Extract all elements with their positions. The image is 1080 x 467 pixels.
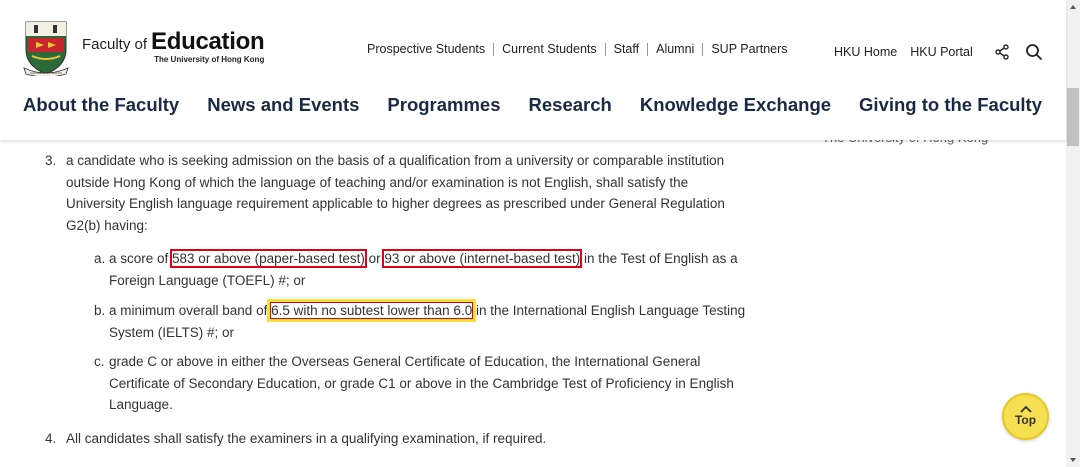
page-scrollbar[interactable] bbox=[1066, 0, 1080, 467]
text-fragment: a score of bbox=[109, 251, 173, 266]
main-nav-research[interactable]: Research bbox=[529, 94, 612, 116]
highlight-ielts-outer: 6.5 with no subtest lower than 6.0 bbox=[267, 299, 477, 322]
nav-link-hku-portal[interactable]: HKU Portal bbox=[910, 45, 973, 59]
highlight-toefl-internet: 93 or above (internet-based test) bbox=[382, 249, 583, 268]
nav-link-sup-partners[interactable]: SUP Partners bbox=[703, 42, 795, 56]
main-nav-knowledge-exchange[interactable]: Knowledge Exchange bbox=[640, 94, 831, 116]
list-number: 4. bbox=[45, 431, 57, 446]
text-fragment: a minimum overall band of bbox=[109, 303, 272, 318]
back-to-top-button[interactable]: Top bbox=[1002, 393, 1049, 440]
sub-item-text: a score of 583 or above (paper-based tes… bbox=[109, 248, 754, 291]
main-nav-about[interactable]: About the Faculty bbox=[23, 94, 179, 116]
main-nav-programmes[interactable]: Programmes bbox=[387, 94, 500, 116]
main-navigation: About the Faculty News and Events Progra… bbox=[23, 94, 1070, 116]
highlight-ielts: 6.5 with no subtest lower than 6.0 bbox=[269, 301, 475, 320]
brand-faculty: Faculty of bbox=[82, 36, 148, 53]
brand-text: Faculty of Education The University of H… bbox=[82, 28, 265, 64]
brand-university: The University of Hong Kong bbox=[154, 55, 265, 64]
search-icon[interactable] bbox=[1024, 42, 1044, 62]
nav-link-hku-home[interactable]: HKU Home bbox=[834, 45, 897, 59]
back-to-top-label: Top bbox=[1014, 413, 1037, 427]
sub-item-text: grade C or above in either the Overseas … bbox=[109, 354, 734, 412]
scroll-up-arrow-icon[interactable] bbox=[1066, 0, 1080, 14]
list-number: 3. bbox=[45, 153, 57, 168]
highlight-toefl-paper: 583 or above (paper-based test) bbox=[170, 249, 367, 268]
top-navigation: Prospective Students Current Students St… bbox=[367, 42, 796, 56]
chevron-up-icon bbox=[1019, 406, 1032, 413]
sub-letter: b. bbox=[94, 303, 106, 318]
hku-crest-icon: SAPIENTIA ET VIRTUS bbox=[23, 21, 69, 76]
sub-letter: a. bbox=[94, 251, 106, 266]
scroll-down-arrow-icon[interactable] bbox=[1066, 453, 1080, 467]
share-icon[interactable] bbox=[992, 42, 1012, 62]
main-nav-giving[interactable]: Giving to the Faculty bbox=[859, 94, 1042, 116]
nav-link-prospective-students[interactable]: Prospective Students bbox=[367, 42, 493, 56]
faculty-logo[interactable]: SAPIENTIA ET VIRTUS Faculty of Education… bbox=[22, 20, 265, 76]
sub-item-text: a minimum overall band of 6.5 with no su… bbox=[109, 299, 754, 343]
site-header: SAPIENTIA ET VIRTUS Faculty of Education… bbox=[0, 0, 1066, 140]
utility-navigation: HKU Home HKU Portal bbox=[834, 42, 1044, 62]
svg-text:SAPIENTIA ET VIRTUS: SAPIENTIA ET VIRTUS bbox=[30, 71, 62, 75]
nav-link-current-students[interactable]: Current Students bbox=[494, 42, 605, 56]
sub-letter: c. bbox=[94, 354, 105, 369]
list-item-text: a candidate who is seeking admission on … bbox=[66, 153, 725, 233]
nav-link-alumni[interactable]: Alumni bbox=[648, 42, 702, 56]
list-item-text: All candidates shall satisfy the examine… bbox=[66, 431, 547, 446]
main-content: The University of Hong Kong 3. a candida… bbox=[0, 130, 1066, 467]
main-nav-news-events[interactable]: News and Events bbox=[207, 94, 359, 116]
brand-education: Education bbox=[151, 28, 265, 55]
text-fragment: or bbox=[364, 251, 385, 266]
nav-link-staff[interactable]: Staff bbox=[606, 42, 647, 56]
